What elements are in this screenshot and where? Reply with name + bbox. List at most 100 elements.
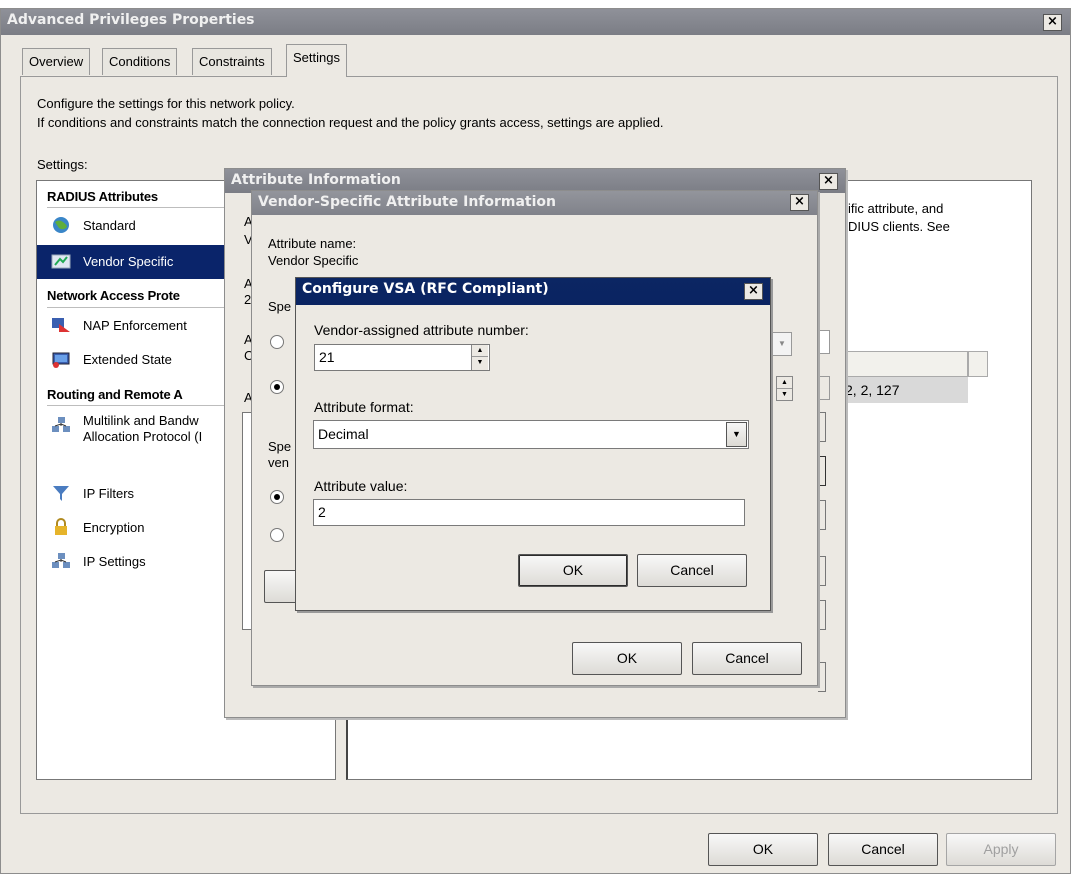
main-apply-label: Apply xyxy=(983,841,1019,857)
globe-icon xyxy=(53,217,69,233)
vsa-specify-label-2-line-1: Spe xyxy=(268,439,292,454)
nap-enforcement-icon xyxy=(52,318,70,332)
spin-down-icon[interactable]: ▼ xyxy=(777,389,792,401)
extended-state-icon xyxy=(52,352,70,368)
attribute-info-edge-control xyxy=(818,456,826,486)
spin-up-icon[interactable]: ▲ xyxy=(777,377,792,389)
attribute-name-label: Attribute name: xyxy=(268,236,357,251)
attribute-info-edge-control xyxy=(818,556,826,586)
chevron-down-icon: ▼ xyxy=(732,429,741,439)
close-icon: × xyxy=(794,194,805,209)
description-line-1: Configure the settings for this network … xyxy=(37,96,295,111)
tab-constraints-label: Constraints xyxy=(199,54,265,69)
tab-conditions-label: Conditions xyxy=(109,54,171,69)
vendor-number-input[interactable]: 21 xyxy=(314,344,490,371)
vendor-attribute-icon xyxy=(51,254,71,269)
attribute-info-edge-control xyxy=(818,600,826,630)
configure-vsa-title: Configure VSA (RFC Compliant) xyxy=(302,281,549,297)
main-cancel-label: Cancel xyxy=(861,841,905,857)
list-item-label: IP Settings xyxy=(83,554,146,569)
filter-icon xyxy=(53,486,69,501)
list-item-label: IP Filters xyxy=(83,486,135,501)
tab-settings-label: Settings xyxy=(293,50,340,65)
list-item-label-line-2: Allocation Protocol (I xyxy=(83,429,203,444)
section-radius-attributes: RADIUS Attributes xyxy=(47,189,158,204)
attribute-info-edge-control xyxy=(818,500,826,530)
settings-label: Settings: xyxy=(37,157,88,172)
list-item-label: Encryption xyxy=(83,520,145,535)
section-routing-remote-access: Routing and Remote A xyxy=(47,387,183,402)
configure-vsa-ok-button[interactable]: OK xyxy=(518,554,628,587)
list-item-label: Standard xyxy=(83,218,136,233)
close-icon: × xyxy=(748,283,759,298)
network-icon xyxy=(52,553,70,568)
detail-text-line-1: ific attribute, and xyxy=(848,201,944,216)
configure-vsa-title-bar[interactable]: Configure VSA (RFC Compliant) xyxy=(296,278,770,305)
attribute-format-select[interactable]: Decimal xyxy=(313,420,749,449)
vsa-info-close-button[interactable]: × xyxy=(790,194,809,211)
vsa-cancel-button[interactable]: Cancel xyxy=(692,642,802,675)
main-close-button[interactable]: × xyxy=(1043,14,1062,31)
screen: { "main_window": { "title": "Advanced Pr… xyxy=(0,0,1071,874)
detail-text-line-2: DIUS clients. See xyxy=(848,219,950,234)
network-icon xyxy=(52,417,70,432)
attribute-info-edge-control xyxy=(818,412,826,442)
configure-vsa-ok-label: OK xyxy=(562,562,584,578)
spin-up-icon[interactable]: ▲ xyxy=(472,345,488,357)
tab-settings[interactable]: Settings xyxy=(286,44,347,77)
tab-conditions[interactable]: Conditions xyxy=(102,48,178,75)
vsa-cancel-label: Cancel xyxy=(725,650,769,666)
list-item-label-line-1: Multilink and Bandw xyxy=(83,413,199,428)
vsa-vendor-radio-2[interactable] xyxy=(270,528,284,542)
main-apply-button[interactable]: Apply xyxy=(946,833,1056,866)
vsa-specify-label: Spe xyxy=(268,299,292,314)
tab-overview[interactable]: Overview xyxy=(22,48,91,75)
vsa-format-dropdown-button[interactable]: ▼ xyxy=(772,332,792,356)
table-row-value: 2, 2, 127 xyxy=(845,382,900,398)
vendor-number-label: Vendor-assigned attribute number: xyxy=(314,322,529,338)
description-line-2: If conditions and constraints match the … xyxy=(37,115,664,130)
main-title-bar[interactable]: Advanced Privileges Properties xyxy=(1,9,1070,35)
vsa-option-radio-1[interactable] xyxy=(270,335,284,349)
attribute-value-text: 2 xyxy=(318,504,326,520)
close-icon: × xyxy=(1047,14,1058,29)
attribute-info-edge-control xyxy=(818,662,826,692)
attributes-table-column-divider xyxy=(968,351,988,377)
vsa-spin-buttons[interactable]: ▲ ▼ xyxy=(776,376,793,401)
vsa-ok-label: OK xyxy=(616,650,638,666)
vsa-info-title: Vendor-Specific Attribute Information xyxy=(258,194,557,210)
spin-down-icon[interactable]: ▼ xyxy=(472,357,488,369)
lock-icon xyxy=(55,518,67,535)
chevron-down-icon: ▼ xyxy=(778,339,786,348)
attribute-format-value: Decimal xyxy=(318,426,369,442)
tab-constraints[interactable]: Constraints xyxy=(192,48,272,75)
vendor-number-value: 21 xyxy=(319,349,335,365)
vsa-specify-label-2-line-2: ven xyxy=(268,455,289,470)
vsa-option-radio-2[interactable] xyxy=(270,380,284,394)
attribute-format-dropdown-button[interactable]: ▼ xyxy=(726,422,747,447)
main-ok-button[interactable]: OK xyxy=(708,833,818,866)
configure-vsa-cancel-button[interactable]: Cancel xyxy=(637,554,747,587)
attribute-info-edge-control xyxy=(818,330,830,354)
attribute-info-close-button[interactable]: × xyxy=(819,173,838,190)
list-item-label: Extended State xyxy=(83,352,172,367)
vsa-ok-button[interactable]: OK xyxy=(572,642,682,675)
attribute-name-value: Vendor Specific xyxy=(268,253,359,268)
attribute-info-title: Attribute Information xyxy=(231,172,401,188)
configure-vsa-close-button[interactable]: × xyxy=(744,283,763,300)
close-icon: × xyxy=(823,173,834,188)
attribute-value-input[interactable]: 2 xyxy=(313,499,745,526)
main-ok-label: OK xyxy=(752,841,774,857)
tab-overview-label: Overview xyxy=(29,54,84,69)
list-item-label: Vendor Specific xyxy=(83,254,174,269)
attribute-format-label: Attribute format: xyxy=(314,399,414,415)
list-item-label: NAP Enforcement xyxy=(83,318,187,333)
vendor-number-stepper[interactable]: ▲ ▼ xyxy=(471,345,488,370)
attribute-info-edge-control xyxy=(818,376,830,400)
vsa-info-title-bar[interactable]: Vendor-Specific Attribute Information xyxy=(252,191,817,215)
vsa-vendor-radio-1[interactable] xyxy=(270,490,284,504)
main-cancel-button[interactable]: Cancel xyxy=(828,833,938,866)
attribute-value-label: Attribute value: xyxy=(314,478,408,494)
section-network-access-protection: Network Access Prote xyxy=(47,288,180,303)
configure-vsa-cancel-label: Cancel xyxy=(670,562,714,578)
